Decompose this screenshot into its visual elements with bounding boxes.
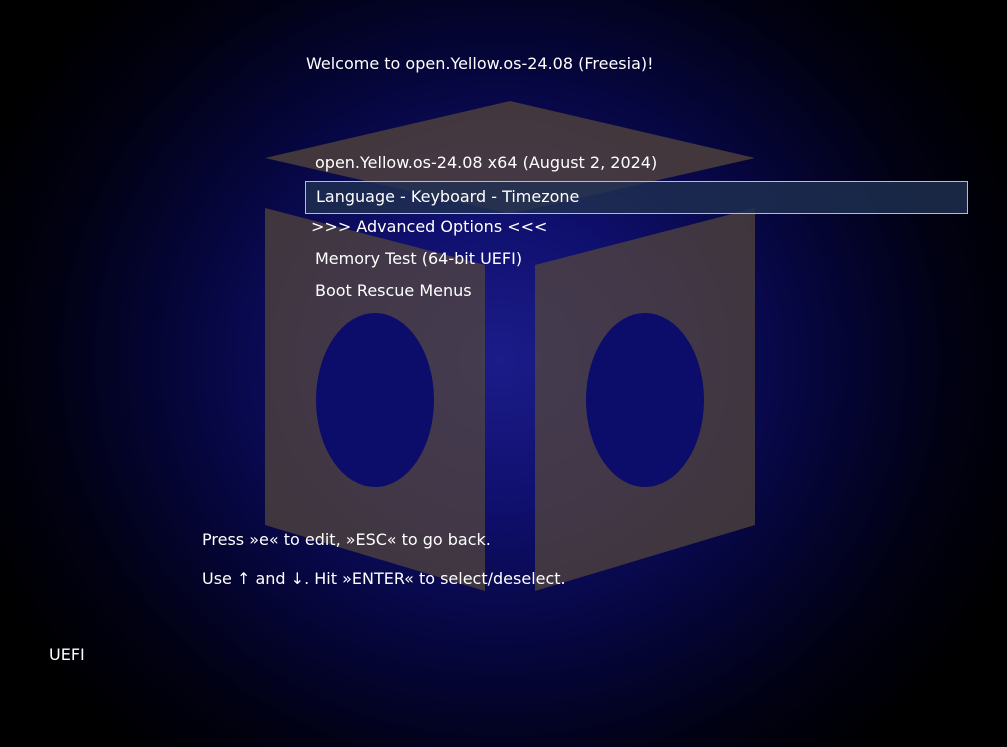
cube-logo-icon <box>265 101 755 591</box>
cube-left-hole <box>316 313 434 487</box>
welcome-title: Welcome to open.Yellow.os-24.08 (Freesia… <box>306 54 654 73</box>
menu-item-language-keyboard-timezone[interactable]: Language - Keyboard - Timezone <box>305 181 968 214</box>
menu-item-label: Memory Test (64-bit UEFI) <box>315 249 523 268</box>
menu-item-boot-rescue[interactable]: Boot Rescue Menus <box>315 281 472 301</box>
menu-item-advanced-options[interactable]: >>> Advanced Options <<< <box>311 217 547 237</box>
menu-item-boot-os[interactable]: open.Yellow.os-24.08 x64 (August 2, 2024… <box>315 153 657 173</box>
boot-mode-label: UEFI <box>49 645 85 664</box>
cube-right-hole <box>586 313 704 487</box>
menu-item-label: Language - Keyboard - Timezone <box>316 187 580 206</box>
menu-item-label: Boot Rescue Menus <box>315 281 472 300</box>
menu-item-label: >>> Advanced Options <<< <box>311 217 548 236</box>
menu-item-memory-test[interactable]: Memory Test (64-bit UEFI) <box>315 249 522 269</box>
boot-menu-screen: Welcome to open.Yellow.os-24.08 (Freesia… <box>0 0 1007 747</box>
navigation-hint-text: Use ↑ and ↓. Hit »ENTER« to select/desel… <box>202 569 566 588</box>
edit-hint-text: Press »e« to edit, »ESC« to go back. <box>202 530 491 549</box>
menu-item-label: open.Yellow.os-24.08 x64 (August 2, 2024… <box>315 153 658 172</box>
